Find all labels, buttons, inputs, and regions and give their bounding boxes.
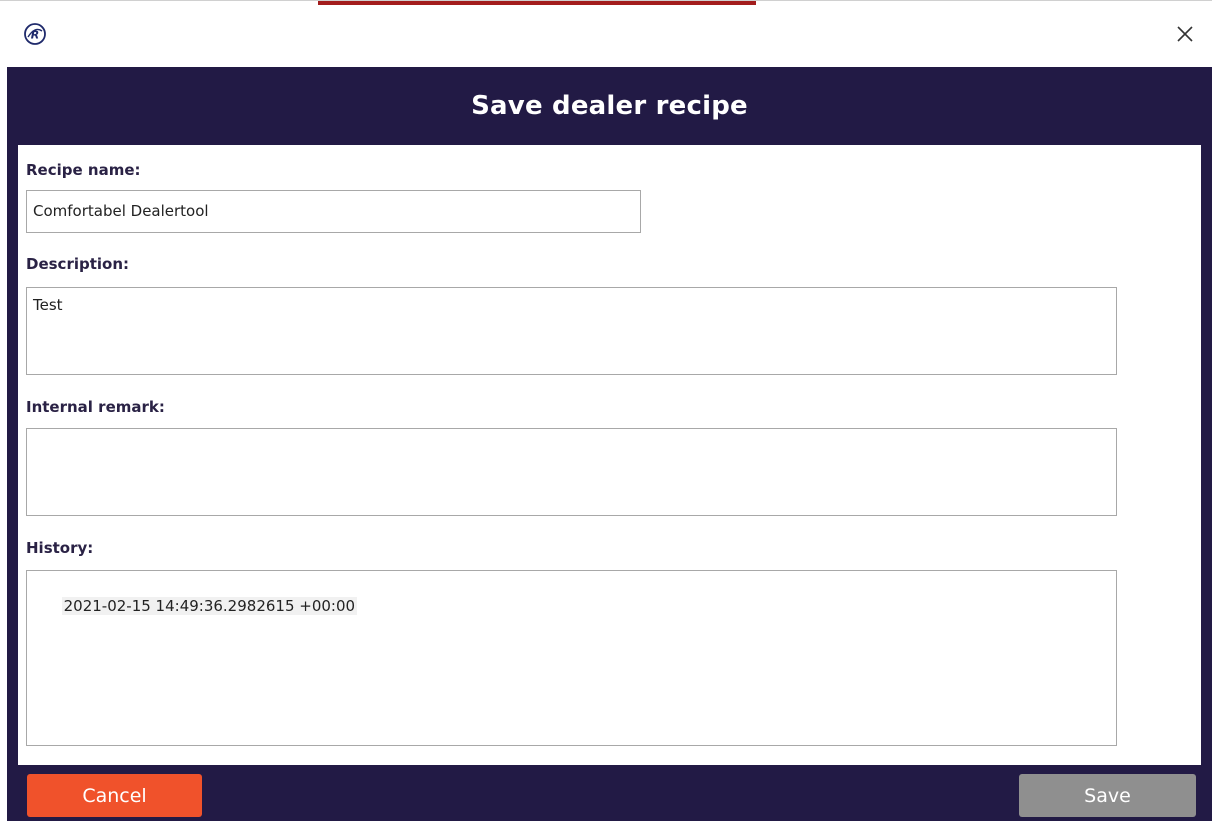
- title-bar: R: [0, 0, 1212, 67]
- close-icon[interactable]: [1172, 21, 1198, 47]
- dialog-title: Save dealer recipe: [471, 91, 748, 121]
- frame-left-edge: [7, 145, 18, 821]
- app-logo-icon: R: [24, 23, 46, 45]
- history-label: History:: [26, 539, 94, 557]
- recipe-name-label: Recipe name:: [26, 161, 141, 179]
- accent-strip: [318, 1, 756, 5]
- dialog-header: Save dealer recipe: [7, 67, 1212, 145]
- recipe-name-input[interactable]: Comfortabel Dealertool: [26, 190, 641, 233]
- svg-text:R: R: [31, 29, 39, 42]
- internal-remark-textarea[interactable]: [26, 428, 1117, 516]
- frame-right-edge: [1201, 145, 1212, 821]
- history-textarea[interactable]: 2021-02-15 14:49:36.2982615 +00:00: [26, 570, 1117, 746]
- form-area: Recipe name: Comfortabel Dealertool Desc…: [18, 145, 1201, 765]
- internal-remark-label: Internal remark:: [26, 398, 165, 416]
- description-label: Description:: [26, 255, 130, 273]
- cancel-button[interactable]: Cancel: [27, 774, 202, 817]
- description-textarea[interactable]: Test: [26, 287, 1117, 375]
- save-button[interactable]: Save: [1019, 774, 1196, 817]
- history-entry: 2021-02-15 14:49:36.2982615 +00:00: [61, 597, 358, 615]
- save-recipe-dialog: R Save dealer recipe Recipe name: Comfor…: [0, 0, 1212, 821]
